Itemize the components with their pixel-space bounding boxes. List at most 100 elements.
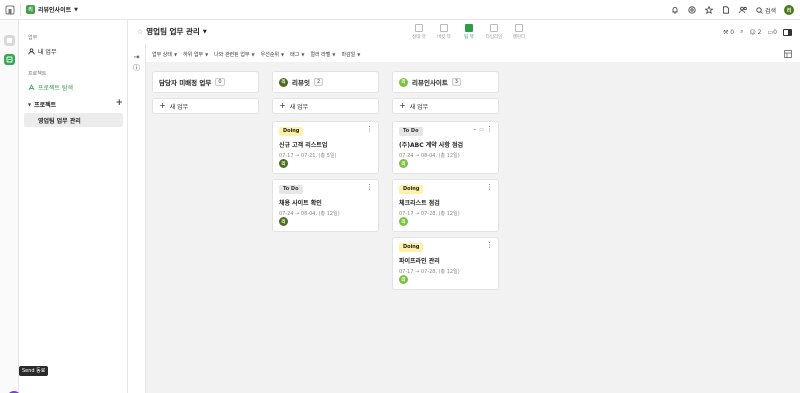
bell-icon[interactable] [671, 6, 680, 15]
task-date: 07-17 → 07-21, (총 5일) [279, 153, 337, 159]
home-icon[interactable] [5, 5, 15, 15]
attachment-icon[interactable]: ⌕ [740, 28, 743, 36]
section-label-work: 업무 [28, 35, 38, 41]
people-icon[interactable] [739, 6, 748, 15]
card-meta: ⌁ ▭ [473, 127, 484, 133]
attachment-icon: ⌁ [473, 127, 477, 133]
header-stats: ⚒ 0 ⌕ ☺ 2 ▭0 [723, 28, 792, 36]
sidebar-item-project-explore[interactable]: 프로젝트 탐색 [24, 80, 123, 94]
help-tooltip: Send 동료 [19, 366, 49, 376]
rail-app-icon[interactable] [4, 35, 15, 46]
column-header[interactable]: 리 리뷰잇 2 [272, 71, 379, 93]
member-stat[interactable]: ☺ 2 [749, 29, 761, 36]
column-title: 담당자 미배정 업무 [159, 79, 212, 87]
panel-toggle-icon[interactable] [783, 28, 792, 36]
status-view-icon [415, 24, 423, 32]
sidebar-item-label: 영업팀 업무 관리 [38, 117, 81, 125]
add-task-button[interactable]: + 새 업무 [272, 98, 379, 114]
status-badge[interactable]: Doing [279, 127, 304, 136]
tab-calendar[interactable]: 캘린더 [508, 22, 530, 42]
mention-icon[interactable] [688, 6, 697, 15]
task-stat[interactable]: ⚒ 0 [723, 29, 734, 36]
star-icon[interactable] [705, 6, 714, 15]
filter-tag[interactable]: 태그 ▼ [290, 51, 304, 58]
column-header[interactable]: 담당자 미배정 업무 0 [152, 71, 259, 93]
board-settings-icon[interactable] [784, 50, 792, 58]
column-count: 0 [215, 78, 225, 86]
more-options-icon[interactable]: ⋮ [486, 126, 493, 133]
filter-label: 업무 상태 [152, 51, 172, 58]
filter-related[interactable]: 나와 관련된 업무 ▼ [214, 51, 254, 58]
task-card[interactable]: Doing ⋮ 신규 고객 리스트업 07-17 → 07-21, (총 5일)… [272, 121, 379, 174]
search-button[interactable]: 검색 [756, 6, 776, 15]
status-badge[interactable]: Doing [399, 185, 424, 194]
sidebar-group-projects[interactable]: ▼ 프로젝트 + [24, 97, 123, 111]
assignee-avatar[interactable]: 리 [399, 217, 408, 226]
sidebar-item-label: 내 업무 [38, 48, 57, 56]
task-title: 체크리스트 점검 [399, 200, 440, 207]
plus-icon: + [159, 101, 166, 110]
filter-color-label[interactable]: 컬러 라벨 ▼ [310, 51, 335, 58]
column-header[interactable]: 리 리뷰인사이트 3 [392, 71, 499, 93]
assignee-avatar[interactable]: 리 [279, 217, 288, 226]
column-count: 3 [451, 78, 462, 86]
workspace-switcher[interactable]: 리 리뷰인사이트 ▼ [26, 5, 78, 14]
filter-label: 마감일 [341, 51, 356, 58]
page-title-text: 영업팀 업무 관리 [146, 27, 200, 36]
tab-status-view[interactable]: 상태 뷰 [408, 22, 430, 42]
sidebar: 업무 내 업무 프로젝트 프로젝트 탐색 ▼ 프로젝트 + 영업팀 업무 관리 … [7, 20, 131, 393]
task-card[interactable]: To Do ⋮ 채용 사이트 확인 07-24 → 08-04, (총 12일)… [272, 179, 379, 232]
workspace-logo: 리 [26, 5, 35, 14]
more-options-icon[interactable]: ⋮ [486, 242, 493, 249]
tab-timeline[interactable]: 타임라인 [483, 22, 505, 42]
tab-team-view[interactable]: 팀 뷰 [458, 22, 480, 42]
rail-project-icon[interactable] [4, 54, 15, 65]
sidebar-group-label: 프로젝트 [34, 101, 57, 109]
add-task-label: 새 업무 [409, 103, 429, 111]
more-options-icon[interactable]: ⋮ [486, 184, 493, 191]
tab-label: 팀 뷰 [464, 35, 474, 40]
add-task-label: 새 업무 [289, 103, 309, 111]
filter-priority[interactable]: 우선순위 ▼ [261, 51, 284, 58]
bucket-view-icon [440, 24, 448, 32]
board-column: 리 리뷰인사이트 3 + 새 업무 To Do ⌁ ▭ ⋮ (주)ABC 계약 사… [392, 71, 499, 290]
assignee-avatar[interactable]: 리 [399, 275, 408, 284]
column-count: 2 [313, 78, 324, 86]
filter-status[interactable]: 업무 상태 ▼ [152, 51, 177, 58]
document-icon[interactable] [722, 6, 731, 15]
add-task-button[interactable]: + 새 업무 [152, 98, 259, 114]
task-card[interactable]: To Do ⌁ ▭ ⋮ (주)ABC 계약 사항 점검 07-24 → 08-04… [392, 121, 499, 174]
person-icon [28, 47, 35, 55]
status-badge[interactable]: To Do [399, 127, 423, 136]
status-badge[interactable]: Doing [399, 243, 424, 252]
filter-due-date[interactable]: 마감일 ▼ [341, 51, 360, 58]
sidebar-item-my-work[interactable]: 내 업무 [24, 44, 123, 58]
more-options-icon[interactable]: ⋮ [366, 126, 373, 133]
assignee-avatar[interactable]: 리 [399, 159, 408, 168]
task-card[interactable]: Doing ⋮ 체크리스트 점검 07-17 → 07-28, (총 12일) … [392, 179, 499, 232]
page-title[interactable]: ☆ 영업팀 업무 관리 ▼ [137, 26, 207, 37]
status-badge[interactable]: To Do [279, 185, 303, 194]
add-task-button[interactable]: + 새 업무 [392, 98, 499, 114]
search-icon [756, 6, 763, 14]
filter-label: 나와 관련된 업무 [214, 51, 250, 58]
avatar[interactable]: 리 [784, 5, 794, 15]
search-label: 검색 [764, 7, 776, 15]
tab-label: 상태 뷰 [412, 35, 426, 40]
favorite-star-icon[interactable]: ☆ [137, 28, 143, 36]
main-area: ☆ 영업팀 업무 관리 ▼ 상태 뷰 버킷 뷰 팀 뷰 타임라인 캘린더 ⚒ 0… [128, 20, 800, 393]
tab-label: 캘린더 [512, 35, 526, 40]
assignee-avatar[interactable]: 리 [279, 159, 288, 168]
chevron-down-icon: ▼ [74, 6, 78, 13]
info-icon[interactable]: ⓘ [132, 64, 141, 73]
add-project-button[interactable]: + [115, 99, 123, 108]
filter-subtask[interactable]: 하위 업무 ▼ [183, 51, 208, 58]
collapse-arrow-icon[interactable]: ⇥ [132, 53, 141, 62]
tab-bucket-view[interactable]: 버킷 뷰 [433, 22, 455, 42]
task-card[interactable]: Doing ⋮ 파이프라인 관리 07-17 → 07-28, (총 12일) … [392, 237, 499, 290]
folder-stat[interactable]: ▭0 [768, 29, 778, 36]
filter-label: 컬러 라벨 [310, 51, 331, 58]
sidebar-item-selected-project[interactable]: 영업팀 업무 관리 [24, 113, 123, 127]
more-options-icon[interactable]: ⋮ [366, 184, 373, 191]
column-avatar: 리 [399, 77, 408, 87]
